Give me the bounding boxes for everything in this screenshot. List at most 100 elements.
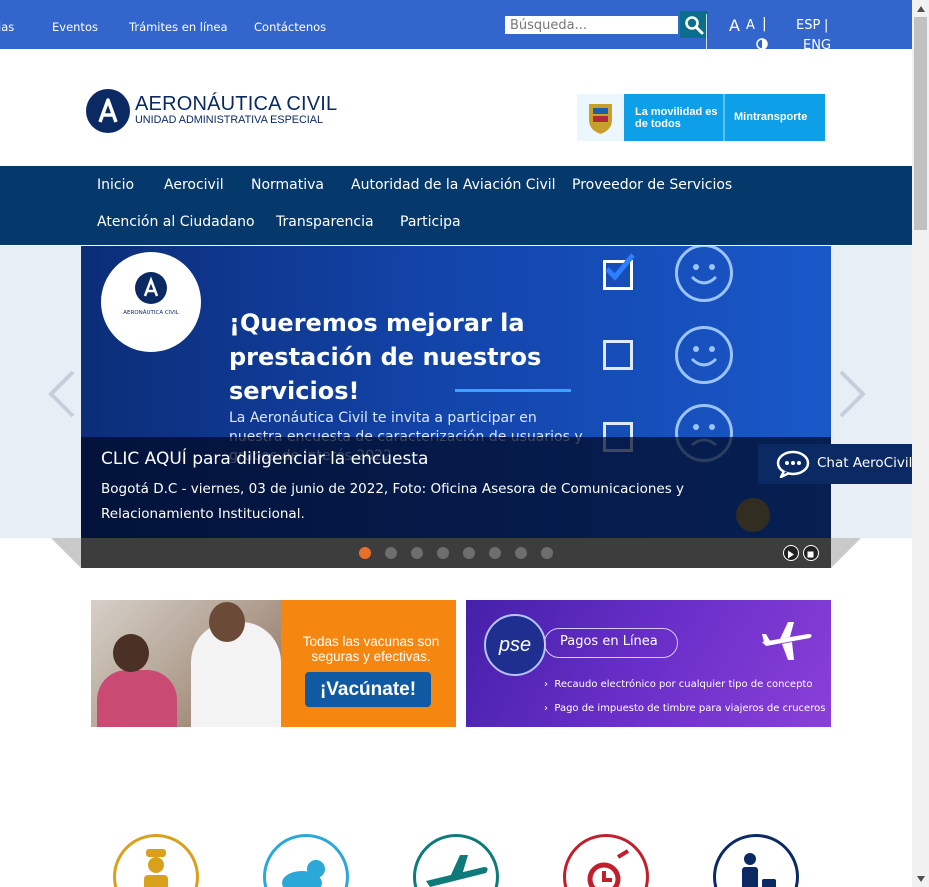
vaccine-banner[interactable]: Todas las vacunas son seguras y efectiva… — [91, 600, 456, 727]
nav-item-autoridad[interactable]: Autoridad de la Aviación Civil — [351, 177, 556, 193]
slide-caption[interactable]: CLIC AQUÍ para diligenciar la encuesta B… — [81, 437, 831, 538]
service-flights[interactable] — [413, 834, 499, 887]
carousel-dot-3[interactable] — [411, 547, 423, 559]
pse-logo: pse — [484, 614, 546, 676]
carousel-next-arrow-icon[interactable] — [837, 370, 867, 418]
lang-english-link[interactable]: ENG — [803, 38, 831, 53]
airplane-icon — [762, 622, 812, 660]
airplane-icon — [426, 855, 488, 887]
service-travelers[interactable] — [713, 834, 799, 887]
service-weather[interactable] — [263, 834, 349, 887]
gov-ministry: Mintransporte — [734, 111, 808, 123]
font-decrease-button[interactable]: A — [746, 18, 755, 33]
nav-item-aerocivil[interactable]: Aerocivil — [164, 177, 224, 193]
page: ias Eventos Trámites en línea Contácteno… — [0, 0, 929, 887]
checkbox-checked-icon — [603, 253, 635, 290]
caption-text: Bogotá D.C - viernes, 03 de junio de 202… — [101, 481, 685, 522]
triangle-up-icon — [916, 5, 925, 12]
scrollbar-thumb[interactable] — [914, 17, 927, 230]
carousel-corner-left — [51, 538, 81, 568]
pilot-icon — [144, 849, 168, 887]
scroll-up-arrow[interactable] — [912, 0, 929, 17]
chevron-right-icon: › — [544, 703, 555, 714]
lang-spanish-link[interactable]: ESP — [796, 18, 820, 33]
topbar-divider — [706, 14, 707, 49]
carousel-controls — [81, 538, 831, 568]
search-icon — [685, 15, 704, 34]
top-link-eventos[interactable]: Eventos — [52, 20, 98, 34]
carousel-corner-right — [831, 538, 861, 568]
slide-headline: ¡Queremos mejorar la prestación de nuest… — [229, 309, 542, 405]
carousel-play-button[interactable] — [783, 545, 799, 561]
government-badge[interactable]: La movilidad es de todos Mintransporte — [577, 94, 825, 141]
nav-item-proveedor[interactable]: Proveedor de Servicios — [572, 177, 732, 193]
chat-label: Chat AeroCivil — [817, 455, 913, 471]
colombia-shield-icon — [577, 94, 624, 141]
traveler-icon — [742, 853, 776, 887]
caption-title[interactable]: CLIC AQUÍ para diligenciar la encuesta — [101, 449, 428, 469]
chat-widget[interactable]: Chat AeroCivil — [758, 444, 928, 484]
service-flight-status[interactable] — [563, 834, 649, 887]
carousel-dot-1[interactable] — [359, 547, 371, 559]
nav-item-normativa[interactable]: Normativa — [251, 177, 324, 193]
search-box — [505, 11, 708, 38]
pse-item-1-label: Recaudo electrónico por cualquier tipo d… — [554, 679, 813, 690]
top-utility-bar: ias Eventos Trámites en línea Contácteno… — [0, 0, 912, 53]
vaccine-message-line2: seguras y efectivas. — [311, 649, 431, 664]
nav-item-transparencia[interactable]: Transparencia — [276, 214, 374, 230]
play-icon — [788, 550, 794, 559]
happy-face-icon — [675, 326, 733, 384]
triangle-down-icon — [916, 875, 925, 882]
pse-logo-text: pse — [498, 634, 532, 656]
carousel-stop-button[interactable] — [803, 545, 819, 561]
aerocivil-logo[interactable] — [86, 89, 130, 133]
vaccine-message: Todas las vacunas son seguras y efectiva… — [291, 634, 451, 664]
nav-item-participa[interactable]: Participa — [400, 214, 461, 230]
slide-logo-text: AERONÁUTICA CIVIL — [123, 310, 179, 316]
patient-figure — [97, 670, 177, 727]
carousel-dot-4[interactable] — [437, 547, 449, 559]
chat-bubble-icon — [776, 450, 810, 478]
pse-banner[interactable]: pse Pagos en Línea › Recaudo electrónico… — [466, 600, 831, 727]
slide-divider-line — [455, 389, 571, 392]
carousel-dot-2[interactable] — [385, 547, 397, 559]
pse-title: Pagos en Línea — [560, 634, 658, 649]
nav-item-inicio[interactable]: Inicio — [97, 177, 134, 193]
contrast-icon[interactable] — [756, 38, 768, 50]
pse-item-1: › Recaudo electrónico por cualquier tipo… — [544, 679, 812, 690]
happy-face-icon — [675, 246, 733, 302]
brand-subtitle: UNIDAD ADMINISTRATIVA ESPECIAL — [135, 114, 323, 126]
top-link-contactenos[interactable]: Contáctenos — [254, 20, 326, 34]
carousel-prev-arrow-icon[interactable] — [47, 370, 77, 418]
vaccination-photo — [91, 600, 281, 727]
vaccinate-button[interactable]: ¡Vacúnate! — [305, 672, 431, 707]
pse-item-2-label: Pago de impuesto de timbre para viajeros… — [554, 703, 826, 714]
carousel-dot-8[interactable] — [541, 547, 553, 559]
nurse-head — [209, 602, 245, 642]
carousel-dot-7[interactable] — [515, 547, 527, 559]
patient-head — [113, 634, 149, 672]
carousel-dot-6[interactable] — [489, 547, 501, 559]
brand-title: AERONÁUTICA CIVIL — [135, 93, 338, 115]
scroll-down-arrow[interactable] — [912, 870, 929, 887]
pse-item-2: › Pago de impuesto de timbre para viajer… — [544, 703, 825, 714]
main-navigation: Inicio Aerocivil Normativa Autoridad de … — [0, 166, 912, 245]
aerocivil-mark-icon — [135, 272, 167, 304]
aerocivil-logo-icon — [98, 98, 118, 123]
top-link-noticias[interactable]: ias — [0, 20, 14, 34]
top-link-tramites[interactable]: Trámites en línea — [129, 20, 228, 34]
search-input[interactable] — [505, 16, 678, 34]
gov-slogan: La movilidad es de todos — [635, 106, 718, 130]
flight-board-icon — [587, 849, 630, 887]
weather-icon — [282, 860, 325, 887]
lang-separator: | — [824, 18, 829, 33]
gov-divider — [723, 94, 725, 141]
nav-item-atencion[interactable]: Atención al Ciudadano — [97, 214, 255, 230]
service-pilot[interactable] — [113, 834, 199, 887]
font-increase-button[interactable]: A — [729, 16, 740, 35]
search-button[interactable] — [680, 11, 708, 38]
slide-logo: AERONÁUTICA CIVIL — [101, 252, 201, 352]
checkbox-empty-icon — [603, 340, 633, 370]
chevron-right-icon: › — [544, 679, 555, 690]
carousel-dot-5[interactable] — [463, 547, 475, 559]
